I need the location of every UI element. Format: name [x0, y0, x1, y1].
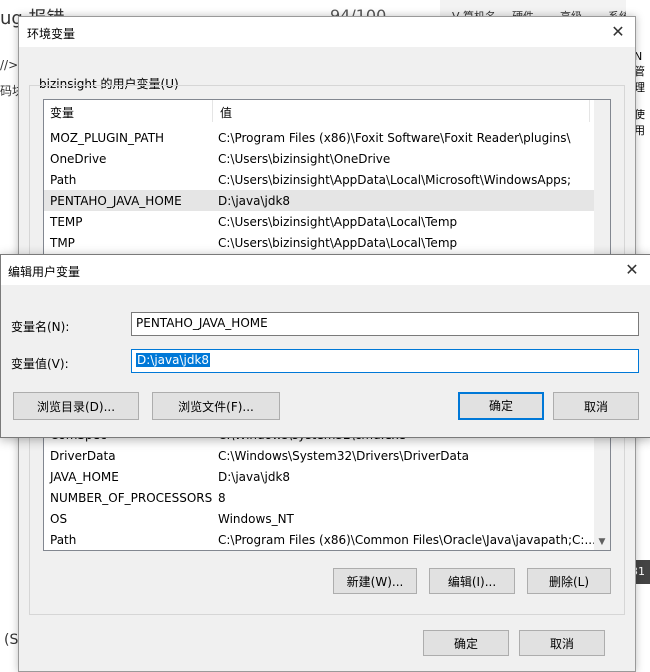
- column-separator[interactable]: [589, 100, 590, 122]
- variable-name: OneDrive: [50, 152, 107, 166]
- table-row[interactable]: DriverData C:\Windows\System32\Drivers\D…: [44, 445, 594, 466]
- table-row[interactable]: MOZ_PLUGIN_PATH C:\Program Files (x86)\F…: [44, 127, 594, 148]
- scroll-down-arrow-icon[interactable]: ▼: [594, 534, 610, 550]
- variable-name: DriverData: [50, 449, 116, 463]
- variable-value: C:\Program Files (x86)\Foxit Software\Fo…: [218, 131, 571, 145]
- dialog-title: 环境变量: [27, 27, 76, 41]
- variable-value: C:\Windows\System32\Drivers\DriverData: [218, 449, 469, 463]
- dialog-titlebar[interactable]: 环境变量 ✕: [19, 17, 635, 47]
- variable-name: PENTAHO_JAVA_HOME: [50, 194, 182, 208]
- delete-system-variable-button[interactable]: 删除(L): [527, 568, 611, 594]
- table-row[interactable]: NUMBER_OF_PROCESSORS 8: [44, 487, 594, 508]
- variable-value: D:\java\jdk8: [218, 470, 291, 484]
- variable-value: D:\java\jdk8: [218, 194, 291, 208]
- edit-ok-button[interactable]: 确定: [458, 392, 544, 420]
- browse-directory-button[interactable]: 浏览目录(D)...: [13, 392, 139, 420]
- column-header-variable[interactable]: 变量: [50, 104, 74, 121]
- background-code-fragment: //>: [0, 58, 19, 72]
- table-row-selected[interactable]: PENTAHO_JAVA_HOME D:\java\jdk8: [44, 190, 594, 211]
- ok-button[interactable]: 确定: [423, 630, 509, 656]
- variable-name: JAVA_HOME: [50, 470, 119, 484]
- variable-name: TEMP: [50, 215, 83, 229]
- variable-name: NUMBER_OF_PROCESSORS: [50, 491, 213, 505]
- background-side-fragment: N管理: [634, 50, 645, 94]
- variable-name-input-text: PENTAHO_JAVA_HOME: [136, 316, 268, 330]
- browse-file-button[interactable]: 浏览文件(F)...: [152, 392, 280, 420]
- variable-value: Windows_NT: [218, 512, 294, 526]
- background-side-fragment: 使用: [634, 108, 645, 137]
- variable-name: TMP: [50, 236, 75, 250]
- vertical-scrollbar[interactable]: [594, 100, 610, 254]
- variable-value-input[interactable]: D:\java\jdk8: [131, 349, 639, 373]
- list-header: 变量 值: [44, 100, 594, 122]
- variable-name: OS: [50, 512, 68, 526]
- variable-value: C:\Users\bizinsight\AppData\Local\Micros…: [218, 173, 572, 187]
- edit-cancel-button[interactable]: 取消: [553, 392, 639, 420]
- table-row[interactable]: JAVA_HOME D:\java\jdk8: [44, 466, 594, 487]
- variable-value: C:\Program Files (x86)\Common Files\Orac…: [218, 533, 596, 547]
- dialog-title: 编辑用户变量: [8, 265, 81, 279]
- variable-name-input[interactable]: PENTAHO_JAVA_HOME: [131, 312, 639, 336]
- variable-value-input-text: D:\java\jdk8: [136, 353, 211, 367]
- table-row[interactable]: OneDrive C:\Users\bizinsight\OneDrive: [44, 148, 594, 169]
- variable-name: Path: [50, 173, 77, 187]
- vertical-scrollbar[interactable]: ▼: [594, 422, 610, 550]
- column-separator[interactable]: [212, 100, 213, 122]
- table-row[interactable]: TMP C:\Users\bizinsight\AppData\Local\Te…: [44, 232, 594, 253]
- variable-name: Path: [50, 533, 77, 547]
- user-variables-list[interactable]: 变量 值 MOZ_PLUGIN_PATH C:\Program Files (x…: [43, 99, 611, 255]
- close-icon[interactable]: ✕: [607, 21, 629, 43]
- edit-user-variable-dialog: 编辑用户变量 ✕ 变量名(N): PENTAHO_JAVA_HOME 变量值(V…: [0, 254, 650, 438]
- variable-value: 8: [218, 491, 226, 505]
- table-row[interactable]: OS Windows_NT: [44, 508, 594, 529]
- variable-value-label: 变量值(V):: [11, 357, 69, 371]
- variable-value: C:\Users\bizinsight\OneDrive: [218, 152, 391, 166]
- table-row[interactable]: TEMP C:\Users\bizinsight\AppData\Local\T…: [44, 211, 594, 232]
- edit-system-variable-button[interactable]: 编辑(I)...: [429, 568, 515, 594]
- table-row[interactable]: Path C:\Users\bizinsight\AppData\Local\M…: [44, 169, 594, 190]
- dialog-titlebar[interactable]: 编辑用户变量 ✕: [1, 255, 650, 285]
- variable-name-label: 变量名(N):: [11, 320, 70, 334]
- variable-value: C:\Users\bizinsight\AppData\Local\Temp: [218, 215, 458, 229]
- table-row[interactable]: Path C:\Program Files (x86)\Common Files…: [44, 529, 596, 550]
- column-header-value[interactable]: 值: [220, 104, 232, 121]
- variable-value: C:\Users\bizinsight\AppData\Local\Temp: [218, 236, 458, 250]
- close-icon[interactable]: ✕: [621, 259, 643, 281]
- system-variables-list[interactable]: ComSpec C:\Windows\system32\cmd.exe Driv…: [43, 421, 611, 551]
- new-system-variable-button[interactable]: 新建(W)...: [333, 568, 417, 594]
- background-bottom-fragment: (S: [4, 632, 19, 648]
- variable-name: MOZ_PLUGIN_PATH: [50, 131, 165, 145]
- cancel-button[interactable]: 取消: [519, 630, 605, 656]
